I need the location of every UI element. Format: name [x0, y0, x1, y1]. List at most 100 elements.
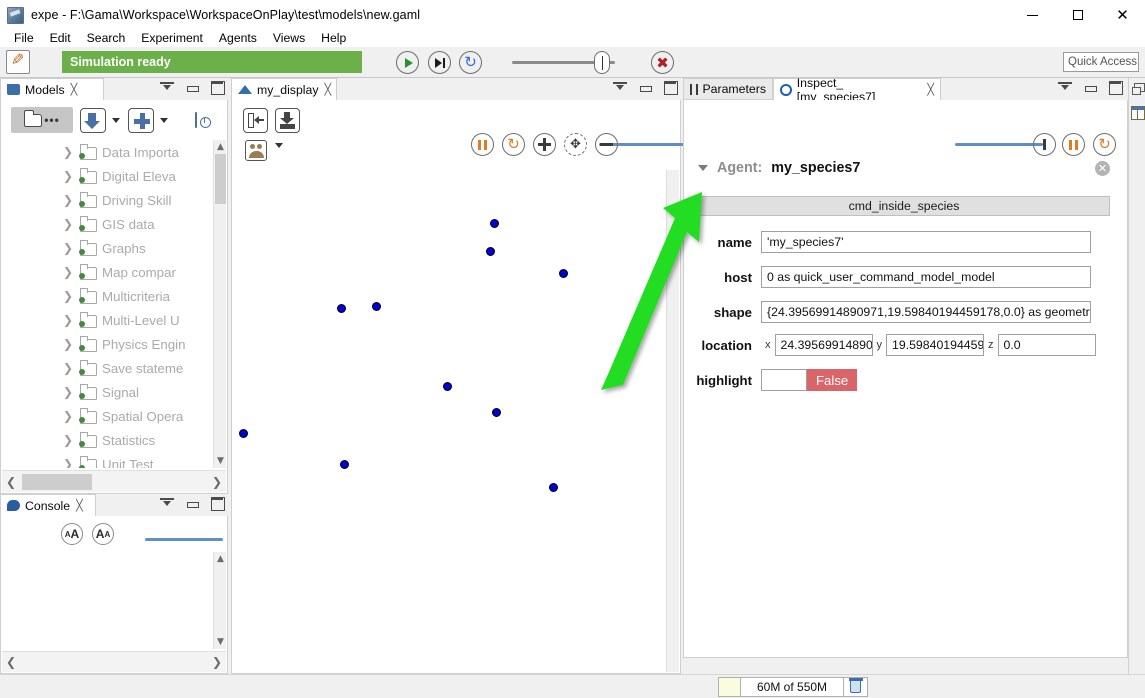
tree-item[interactable]: Unit Test: [1, 452, 213, 468]
decrease-font-button[interactable]: AA: [92, 523, 114, 545]
chevron-right-icon[interactable]: [63, 169, 77, 183]
import-model-button[interactable]: [80, 107, 106, 133]
tree-item[interactable]: Map compar: [1, 260, 213, 284]
menu-help[interactable]: Help: [313, 30, 354, 47]
tree-item[interactable]: Multicriteria: [1, 284, 213, 308]
chevron-right-icon[interactable]: [63, 433, 77, 447]
agent-dot[interactable]: [337, 304, 346, 313]
chevron-right-icon[interactable]: [63, 409, 77, 423]
close-icon[interactable]: ╳: [76, 499, 83, 512]
scroll-thumb[interactable]: [215, 154, 226, 204]
tree-item[interactable]: Statistics: [1, 428, 213, 452]
agents-dropdown-button[interactable]: [275, 143, 283, 162]
edit-model-button[interactable]: [6, 50, 30, 74]
tree-item[interactable]: Digital Eleva: [1, 164, 213, 188]
maximize-button[interactable]: [1055, 0, 1100, 30]
toggle-side-panel-button[interactable]: [243, 108, 268, 133]
tab-console[interactable]: Console ╳: [0, 494, 96, 516]
maximize-part-icon[interactable]: [663, 80, 678, 95]
pause-display-button[interactable]: [471, 133, 494, 156]
location-z-field[interactable]: 0.0: [997, 334, 1096, 356]
chevron-right-icon[interactable]: [63, 217, 77, 231]
reload-button[interactable]: ↻: [459, 51, 482, 74]
tab-inspect[interactable]: Inspect_ [my_species7] ╳: [773, 76, 941, 104]
quick-access-input[interactable]: Quick Access: [1063, 52, 1139, 72]
close-icon[interactable]: ╳: [325, 83, 332, 96]
import-dropdown-button[interactable]: [111, 107, 121, 133]
tree-item[interactable]: GIS data: [1, 212, 213, 236]
name-field[interactable]: 'my_species7': [761, 231, 1091, 253]
close-experiment-button[interactable]: ✖: [651, 51, 674, 74]
menu-agents[interactable]: Agents: [211, 30, 265, 47]
display-canvas[interactable]: [233, 170, 666, 672]
zoom-out-button[interactable]: [595, 133, 618, 156]
cmd-inside-species-button[interactable]: cmd_inside_species: [698, 196, 1110, 216]
zoom-fit-button[interactable]: ✥: [564, 133, 587, 156]
sync-display-button[interactable]: ↻: [502, 133, 525, 156]
chevron-right-icon[interactable]: [63, 361, 77, 375]
agent-dot[interactable]: [490, 219, 499, 228]
play-button[interactable]: [396, 51, 419, 74]
new-model-button[interactable]: [128, 107, 154, 133]
maximize-part-icon[interactable]: [1108, 80, 1123, 95]
menu-experiment[interactable]: Experiment: [133, 30, 211, 47]
agent-dot[interactable]: [492, 408, 501, 417]
restore-part-icon[interactable]: [638, 80, 652, 94]
agent-dot[interactable]: [239, 429, 248, 438]
host-field[interactable]: 0 as quick_user_command_model_model: [761, 266, 1091, 288]
menu-edit[interactable]: Edit: [42, 30, 79, 47]
inspect-slider[interactable]: [955, 143, 1043, 146]
chevron-right-icon[interactable]: [63, 457, 77, 468]
highlight-checkbox[interactable]: [761, 369, 807, 391]
agent-dot[interactable]: [340, 460, 349, 469]
location-y-field[interactable]: 19.59840194459: [886, 334, 984, 356]
maximize-part-icon[interactable]: [210, 80, 225, 95]
console-slider[interactable]: [145, 538, 223, 541]
chevron-right-icon[interactable]: [63, 193, 77, 207]
chevron-right-icon[interactable]: [63, 265, 77, 279]
close-button[interactable]: ✕: [1100, 0, 1145, 30]
close-icon[interactable]: ╳: [71, 83, 78, 96]
tree-item[interactable]: Multi-Level U: [1, 308, 213, 332]
minimize-part-icon[interactable]: [160, 496, 174, 510]
agent-dot[interactable]: [372, 302, 381, 311]
scroll-down-icon[interactable]: ▼: [214, 454, 227, 468]
tree-item[interactable]: Physics Engin: [1, 332, 213, 356]
minimize-part-icon[interactable]: [1058, 80, 1072, 94]
chevron-right-icon[interactable]: [63, 385, 77, 399]
menu-views[interactable]: Views: [265, 30, 313, 47]
speed-slider-knob[interactable]: [594, 51, 610, 74]
scroll-down-icon[interactable]: ▼: [214, 635, 227, 649]
tab-my-display[interactable]: my_display ╳: [231, 78, 337, 100]
perspective-layout-icon[interactable]: [1131, 106, 1145, 120]
step-button[interactable]: [428, 51, 451, 74]
clear-icon[interactable]: ✕: [1095, 161, 1110, 176]
agent-dot[interactable]: [559, 269, 568, 278]
zoom-in-button[interactable]: [533, 133, 556, 156]
console-vertical-scrollbar[interactable]: ▲ ▼: [213, 552, 226, 649]
chevron-right-icon[interactable]: [63, 289, 77, 303]
agent-dot[interactable]: [486, 247, 495, 256]
minimize-button[interactable]: [1010, 0, 1055, 30]
console-output[interactable]: [2, 552, 213, 649]
chevron-right-icon[interactable]: [63, 145, 77, 159]
console-horizontal-scrollbar[interactable]: ❮ ❯: [2, 651, 226, 672]
scroll-up-icon[interactable]: ▲: [214, 552, 227, 566]
chevron-right-icon[interactable]: [63, 337, 77, 351]
location-x-field[interactable]: 24.3956991489095: [774, 334, 873, 356]
scroll-right-icon[interactable]: ❯: [208, 471, 226, 493]
chevron-right-icon[interactable]: [63, 241, 77, 255]
scroll-left-icon[interactable]: ❮: [2, 471, 20, 493]
maximize-part-icon[interactable]: [210, 496, 225, 511]
tree-item[interactable]: Driving Skill: [1, 188, 213, 212]
shape-field[interactable]: {24.39569914890971,19.59840194459178,0.0…: [761, 301, 1091, 323]
close-icon[interactable]: ╳: [927, 83, 934, 96]
increase-font-button[interactable]: AA: [61, 523, 83, 545]
models-tree[interactable]: Data Importa Digital Eleva Driving Skill GI…: [1, 140, 213, 468]
agents-layer-button[interactable]: [245, 140, 267, 161]
chevron-down-icon[interactable]: [698, 165, 708, 171]
restore-perspective-icon[interactable]: [1132, 83, 1145, 95]
tab-models[interactable]: Models ╳: [0, 78, 104, 100]
restore-part-icon[interactable]: [1083, 80, 1097, 94]
menu-file[interactable]: File: [6, 30, 42, 47]
